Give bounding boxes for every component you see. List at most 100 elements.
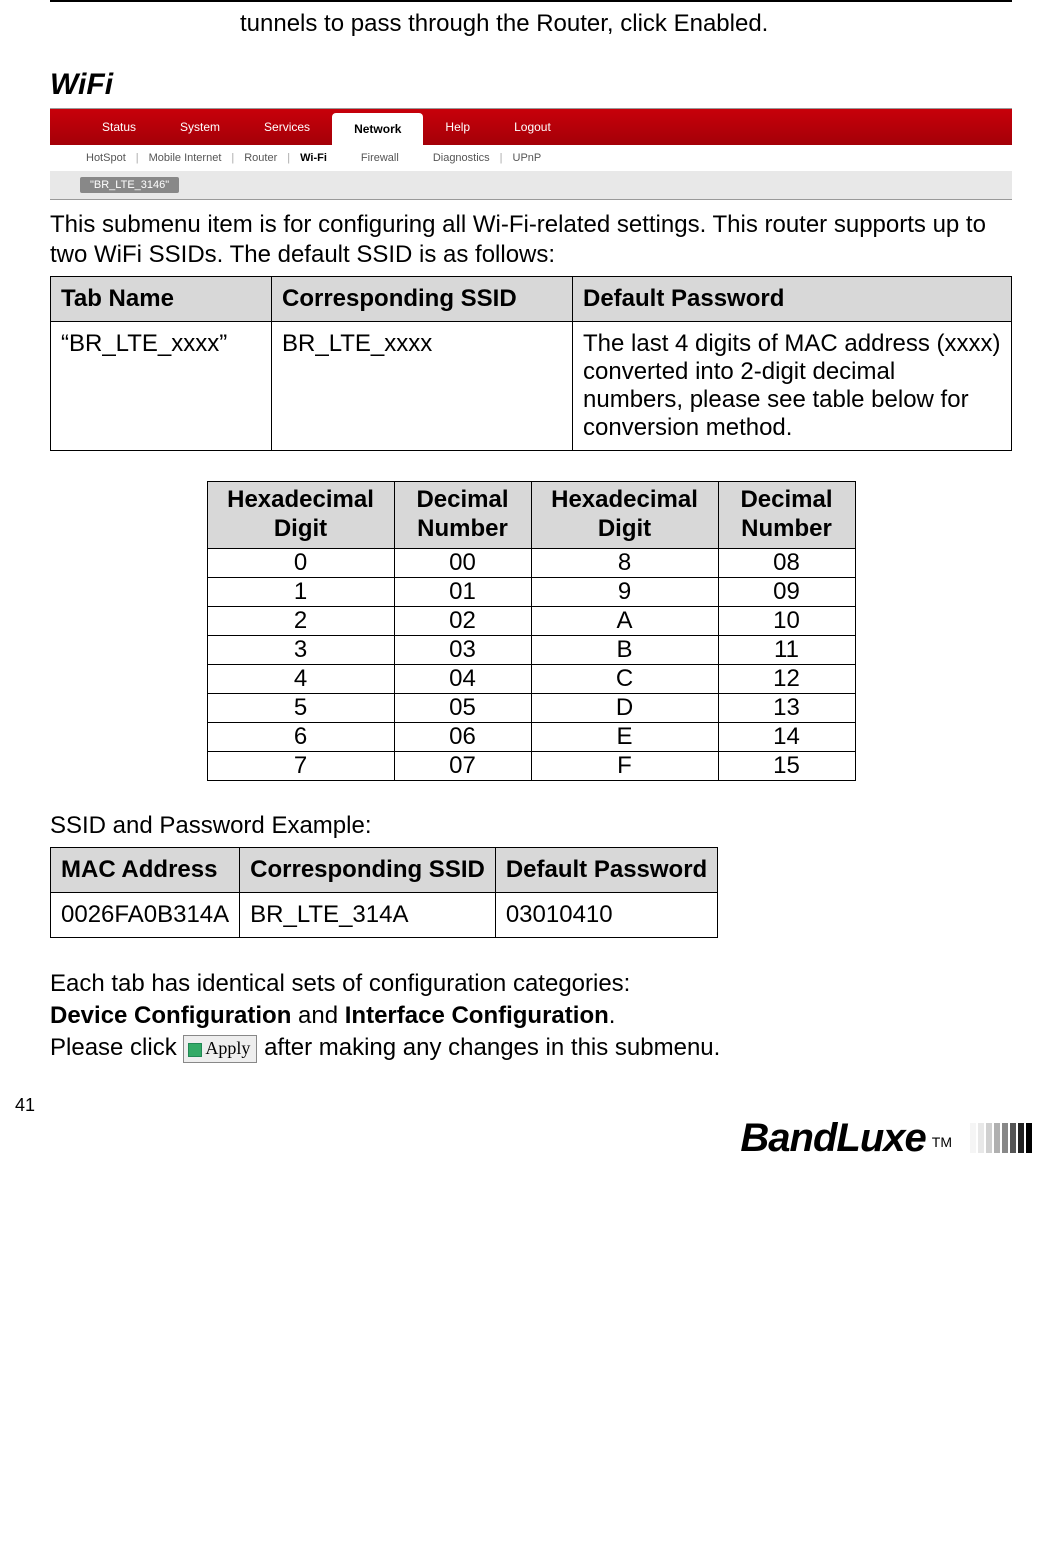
hex-cell: F bbox=[531, 751, 718, 780]
hex-cell: 0 bbox=[207, 548, 394, 577]
hex-table: HexadecimalDigit DecimalNumber Hexadecim… bbox=[207, 481, 856, 781]
table-row: 505D13 bbox=[207, 693, 855, 722]
hex-cell: 3 bbox=[207, 635, 394, 664]
table-row: 0026FA0B314A BR_LTE_314A 03010410 bbox=[51, 892, 718, 937]
ssid-header-ssid: Corresponding SSID bbox=[272, 277, 573, 322]
nav-sub-router[interactable]: Router bbox=[238, 152, 283, 164]
stripe bbox=[994, 1123, 1000, 1153]
nav-sub-firewall[interactable]: Firewall bbox=[355, 152, 405, 164]
hex-cell: 14 bbox=[718, 722, 855, 751]
apply-button[interactable]: Apply bbox=[183, 1035, 257, 1062]
hex-cell: 01 bbox=[394, 577, 531, 606]
example-cell-mac: 0026FA0B314A bbox=[51, 892, 240, 937]
section-heading-wifi: WiFi bbox=[50, 68, 1012, 102]
config-bold-device: Device Configuration bbox=[50, 1002, 291, 1029]
example-header-ssid: Corresponding SSID bbox=[240, 847, 496, 892]
example-table: MAC Address Corresponding SSID Default P… bbox=[50, 847, 718, 938]
table-row: MAC Address Corresponding SSID Default P… bbox=[51, 847, 718, 892]
config-line3-pre: Please click bbox=[50, 1034, 183, 1061]
nav-tab-help[interactable]: Help bbox=[423, 109, 492, 145]
ssid-cell-ssid: BR_LTE_xxxx bbox=[272, 322, 573, 451]
table-row: 404C12 bbox=[207, 664, 855, 693]
config-line1: Each tab has identical sets of configura… bbox=[50, 970, 630, 997]
hex-cell: 11 bbox=[718, 635, 855, 664]
table-row: 707F15 bbox=[207, 751, 855, 780]
hex-cell: 06 bbox=[394, 722, 531, 751]
hex-cell: 03 bbox=[394, 635, 531, 664]
hex-cell: 7 bbox=[207, 751, 394, 780]
trademark: TM bbox=[932, 1134, 952, 1150]
stripe bbox=[1010, 1123, 1016, 1153]
hex-cell: 02 bbox=[394, 606, 531, 635]
hex-cell: 08 bbox=[718, 548, 855, 577]
hex-cell: B bbox=[531, 635, 718, 664]
ssid-header-tab-name: Tab Name bbox=[51, 277, 272, 322]
nav-sub-tabs: HotSpot| Mobile Internet| Router| Wi-Fi … bbox=[50, 145, 1012, 171]
table-row: 303B11 bbox=[207, 635, 855, 664]
nav-ssid-chip-row: "BR_LTE_3146" bbox=[50, 171, 1012, 199]
hex-header-3: HexadecimalDigit bbox=[531, 482, 718, 549]
stripe bbox=[970, 1123, 976, 1153]
hex-cell: 13 bbox=[718, 693, 855, 722]
page-number: 41 bbox=[0, 1085, 1062, 1116]
brand-logo: BandLuxe bbox=[740, 1116, 925, 1161]
example-heading: SSID and Password Example: bbox=[50, 811, 1012, 841]
example-cell-ssid: BR_LTE_314A bbox=[240, 892, 496, 937]
config-bold-interface: Interface Configuration bbox=[345, 1002, 609, 1029]
router-nav: Status System Services Network Help Logo… bbox=[50, 108, 1012, 200]
hex-cell: 4 bbox=[207, 664, 394, 693]
nav-sub-wifi[interactable]: Wi-Fi bbox=[294, 152, 333, 164]
hex-cell: 04 bbox=[394, 664, 531, 693]
hex-header-2: DecimalNumber bbox=[394, 482, 531, 549]
hex-cell: 05 bbox=[394, 693, 531, 722]
example-header-mac: MAC Address bbox=[51, 847, 240, 892]
hex-cell: D bbox=[531, 693, 718, 722]
stripe bbox=[1018, 1123, 1024, 1153]
nav-ssid-chip[interactable]: "BR_LTE_3146" bbox=[80, 177, 179, 193]
hex-cell: 2 bbox=[207, 606, 394, 635]
hex-cell: 5 bbox=[207, 693, 394, 722]
hex-cell: 8 bbox=[531, 548, 718, 577]
config-line3-post: after making any changes in this submenu… bbox=[264, 1034, 720, 1061]
apply-icon bbox=[188, 1043, 202, 1057]
hex-cell: 00 bbox=[394, 548, 531, 577]
stripe bbox=[1026, 1123, 1032, 1153]
nav-sub-hotspot[interactable]: HotSpot bbox=[80, 152, 132, 164]
table-row: Tab Name Corresponding SSID Default Pass… bbox=[51, 277, 1012, 322]
hex-header-1: HexadecimalDigit bbox=[207, 482, 394, 549]
ssid-cell-password: The last 4 digits of MAC address (xxxx) … bbox=[573, 322, 1012, 451]
table-row: HexadecimalDigit DecimalNumber Hexadecim… bbox=[207, 482, 855, 549]
hex-cell: 10 bbox=[718, 606, 855, 635]
nav-sub-mobile-internet[interactable]: Mobile Internet bbox=[143, 152, 228, 164]
nav-tab-network[interactable]: Network bbox=[332, 113, 423, 145]
example-cell-password: 03010410 bbox=[495, 892, 717, 937]
apply-label: Apply bbox=[205, 1038, 250, 1058]
nav-tab-status[interactable]: Status bbox=[80, 109, 158, 145]
wifi-description: This submenu item is for configuring all… bbox=[50, 210, 1012, 270]
hex-cell: 07 bbox=[394, 751, 531, 780]
config-mid: and bbox=[291, 1002, 344, 1029]
hex-cell: E bbox=[531, 722, 718, 751]
hex-cell: 6 bbox=[207, 722, 394, 751]
nav-tab-services[interactable]: Services bbox=[242, 109, 332, 145]
nav-tab-system[interactable]: System bbox=[158, 109, 242, 145]
ssid-header-password: Default Password bbox=[573, 277, 1012, 322]
top-rule bbox=[50, 0, 1012, 2]
table-row: 000808 bbox=[207, 548, 855, 577]
table-row: 202A10 bbox=[207, 606, 855, 635]
ssid-table: Tab Name Corresponding SSID Default Pass… bbox=[50, 276, 1012, 451]
config-paragraph: Each tab has identical sets of configura… bbox=[50, 968, 1012, 1065]
table-row: 606E14 bbox=[207, 722, 855, 751]
hex-cell: 09 bbox=[718, 577, 855, 606]
nav-sub-upnp[interactable]: UPnP bbox=[507, 152, 548, 164]
nav-tab-logout[interactable]: Logout bbox=[492, 109, 573, 145]
example-header-password: Default Password bbox=[495, 847, 717, 892]
stripe bbox=[986, 1123, 992, 1153]
hex-header-4: DecimalNumber bbox=[718, 482, 855, 549]
brand-stripes bbox=[968, 1123, 1032, 1153]
hex-cell: A bbox=[531, 606, 718, 635]
nav-top-tabs: Status System Services Network Help Logo… bbox=[50, 109, 1012, 145]
nav-sub-diagnostics[interactable]: Diagnostics bbox=[427, 152, 496, 164]
table-row: 101909 bbox=[207, 577, 855, 606]
hex-cell: 15 bbox=[718, 751, 855, 780]
